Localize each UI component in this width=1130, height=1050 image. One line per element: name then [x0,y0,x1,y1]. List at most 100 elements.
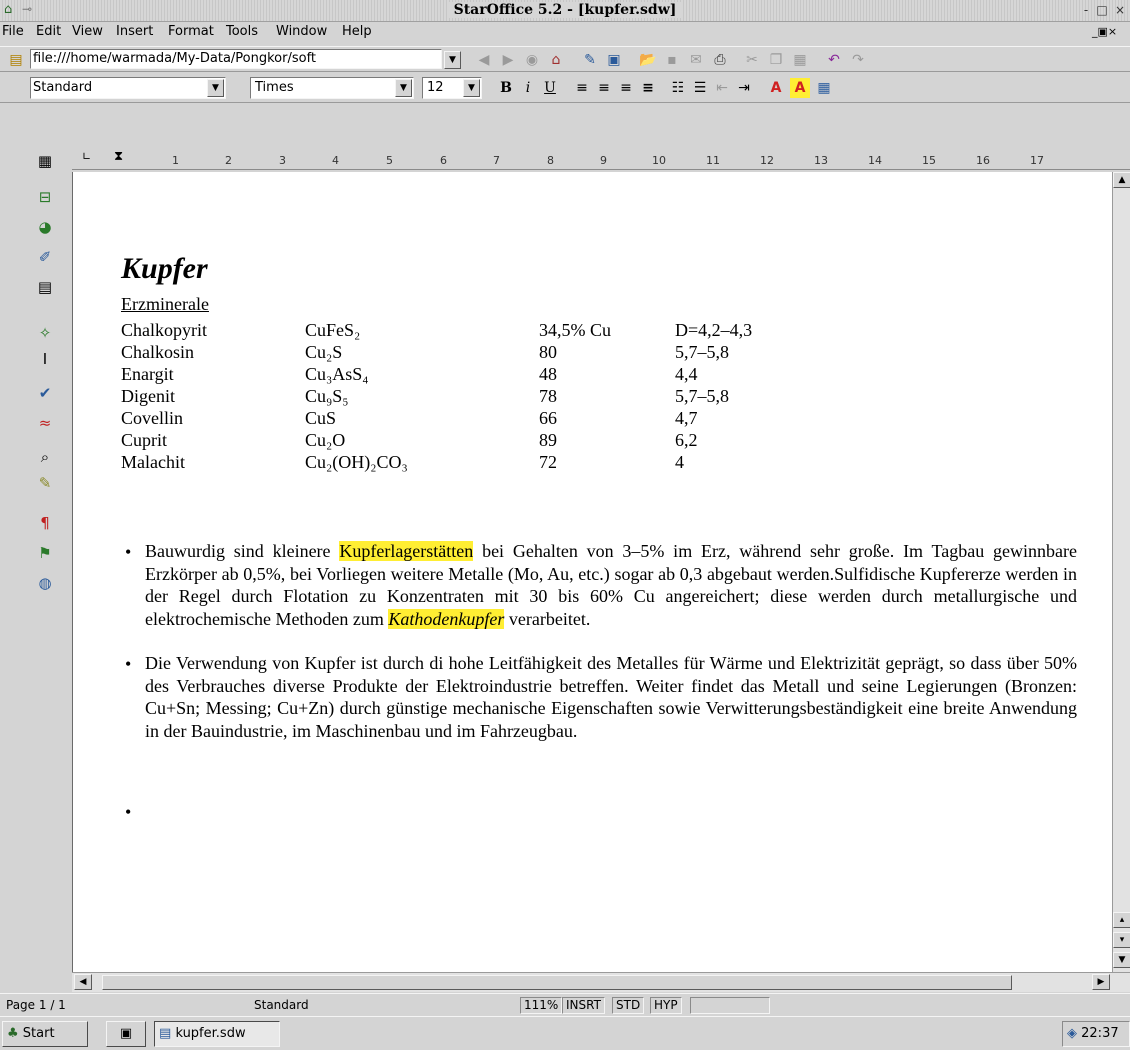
redo-icon[interactable]: ↷ [848,50,868,70]
object-toolbar: Standard ▼ Times ▼ 12 ▼ B i U ≡ ≡ ≡ ≡ ☷ … [0,73,1130,103]
stop-icon[interactable]: ◉ [522,50,542,70]
find-replace-icon[interactable]: ⌕ [34,446,56,468]
menu-window[interactable]: Window [276,24,327,39]
menu-format[interactable]: Format [168,24,214,39]
back-icon[interactable]: ◀ [474,50,494,70]
align-center-icon[interactable]: ≡ [594,78,614,98]
draw-functions-icon[interactable]: ✐ [34,246,56,268]
horizontal-scrollbar[interactable]: ◀ ▶ [72,972,1130,992]
tab-stop-icon[interactable]: ∟ [82,150,91,163]
menu-edit[interactable]: Edit [36,24,61,39]
close-button[interactable]: × [1112,3,1128,18]
data-sources-icon[interactable]: ✎ [34,472,56,494]
numbering-icon[interactable]: ☷ [668,78,688,98]
mineral-name: Chalkopyrit [121,320,207,340]
forward-icon[interactable]: ▶ [498,50,518,70]
menu-help[interactable]: Help [342,24,372,39]
document-page[interactable]: Kupfer Erzminerale Chalkopyrit CuFeS₂ 34… [72,172,1130,972]
network-icon[interactable]: ◈ [1067,1026,1077,1041]
align-right-icon[interactable]: ≡ [616,78,636,98]
underline-icon[interactable]: U [540,78,560,98]
font-name-select[interactable]: Times ▼ [250,77,414,99]
menu-insert[interactable]: Insert [116,24,153,39]
font-size-dropdown[interactable]: ▼ [463,79,480,97]
scroll-left-button[interactable]: ◀ [74,974,92,990]
menu-file[interactable]: File [2,24,24,39]
url-field[interactable]: file:///home/warmada/My-Data/Pongkor/sof… [30,49,442,69]
online-layout-icon[interactable]: ◍ [34,572,56,594]
paste-icon[interactable]: ▦ [790,50,810,70]
new-document-icon[interactable]: ▤ [6,50,26,70]
url-dropdown-button[interactable]: ▼ [444,51,461,69]
form-functions-icon[interactable]: ▤ [34,276,56,298]
insert-fields-icon[interactable]: ⊟ [34,186,56,208]
align-justify-icon[interactable]: ≡ [638,78,658,98]
font-size-select[interactable]: 12 ▼ [422,77,482,99]
document-window-controls[interactable]: _▣× [1092,24,1130,40]
highlight-icon[interactable]: A [790,78,810,98]
mineral-density: 5,7–5,8 [675,342,729,362]
background-color-icon[interactable]: ▦ [814,78,834,98]
zoom-indicator[interactable]: 111% [520,997,563,1014]
paragraph-style-value: Standard [33,80,93,95]
text-cursor-icon[interactable]: Ⅰ [34,348,56,370]
cut-icon[interactable]: ✂ [742,50,762,70]
ruler-mark: 17 [1030,154,1044,167]
decrease-indent-icon[interactable]: ⇤ [712,78,732,98]
home-icon[interactable]: ⌂ [546,50,566,70]
start-button[interactable]: ♣ Start [2,1021,88,1047]
hyperlink-mode-indicator[interactable]: HYP [650,997,682,1014]
task-kupfer[interactable]: ▤ kupfer.sdw [154,1021,280,1047]
bullets-icon[interactable]: ☰ [690,78,710,98]
edit-file-icon[interactable]: ✎ [580,50,600,70]
page-indicator: Page 1 / 1 [6,998,66,1012]
insert-mode-indicator[interactable]: INSRT [562,997,605,1014]
graphics-off-icon[interactable]: ⚑ [34,542,56,564]
scroll-down-button[interactable]: ▼ [1113,952,1130,968]
font-name-dropdown[interactable]: ▼ [395,79,412,97]
paragraph-style-dropdown[interactable]: ▼ [207,79,224,97]
copy-icon[interactable]: ❐ [766,50,786,70]
vertical-scrollbar[interactable]: ▲ ▴ ▾ ▼ [1112,172,1130,972]
nonprinting-characters-icon[interactable]: ¶ [34,512,56,534]
ruler-mark: 8 [547,154,554,167]
menu-tools[interactable]: Tools [226,24,258,39]
document-title: Kupfer [121,252,208,285]
print-icon[interactable]: ⎙ [710,50,730,70]
horizontal-ruler[interactable]: ∟ ⧗ 1 2 3 4 5 6 7 8 9 10 11 12 13 14 15 … [72,148,1130,170]
paragraph-style-select[interactable]: Standard ▼ [30,77,226,99]
selection-mode-indicator[interactable]: STD [612,997,645,1014]
scroll-right-button[interactable]: ▶ [1092,974,1110,990]
undo-icon[interactable]: ↶ [824,50,844,70]
scroll-up-button[interactable]: ▲ [1113,172,1130,188]
send-mail-icon[interactable]: ✉ [686,50,706,70]
increase-indent-icon[interactable]: ⇥ [734,78,754,98]
bold-icon[interactable]: B [496,78,516,98]
insert-object-icon[interactable]: ◕ [34,216,56,238]
spellcheck-icon[interactable]: ✔ [34,382,56,404]
align-left-icon[interactable]: ≡ [572,78,592,98]
font-color-icon[interactable]: A [766,78,786,98]
menu-view[interactable]: View [72,24,103,39]
minimize-button[interactable]: - [1078,3,1094,18]
title-bar[interactable]: ⌂ ⊸ StarOffice 5.2 - [kupfer.sdw] - □ × [0,0,1130,22]
auto-spellcheck-icon[interactable]: ≈ [34,412,56,434]
indent-marker-icon[interactable]: ⧗ [114,149,123,164]
mineral-name: Digenit [121,386,175,406]
mineral-name: Malachit [121,452,185,472]
mineral-formula: CuFeS₂ [305,320,361,340]
mineral-formula: Cu₂S [305,342,343,362]
open-file-icon[interactable]: 📂 [638,50,658,70]
maximize-button[interactable]: □ [1094,3,1110,18]
quick-launch-button[interactable]: ▣ [106,1021,146,1047]
edit-autotext-icon[interactable]: ✧ [34,322,56,344]
page-next-button[interactable]: ▾ [1113,932,1130,948]
insert-table-icon[interactable]: ▦ [34,150,56,172]
edit-mode-icon[interactable]: ▣ [604,50,624,70]
horizontal-scroll-thumb[interactable] [102,975,1012,990]
italic-icon[interactable]: i [518,78,538,98]
ruler-mark: 14 [868,154,882,167]
page-previous-button[interactable]: ▴ [1113,912,1130,928]
save-icon[interactable]: ▪ [662,50,682,70]
desktop-icon: ▣ [119,1026,133,1041]
